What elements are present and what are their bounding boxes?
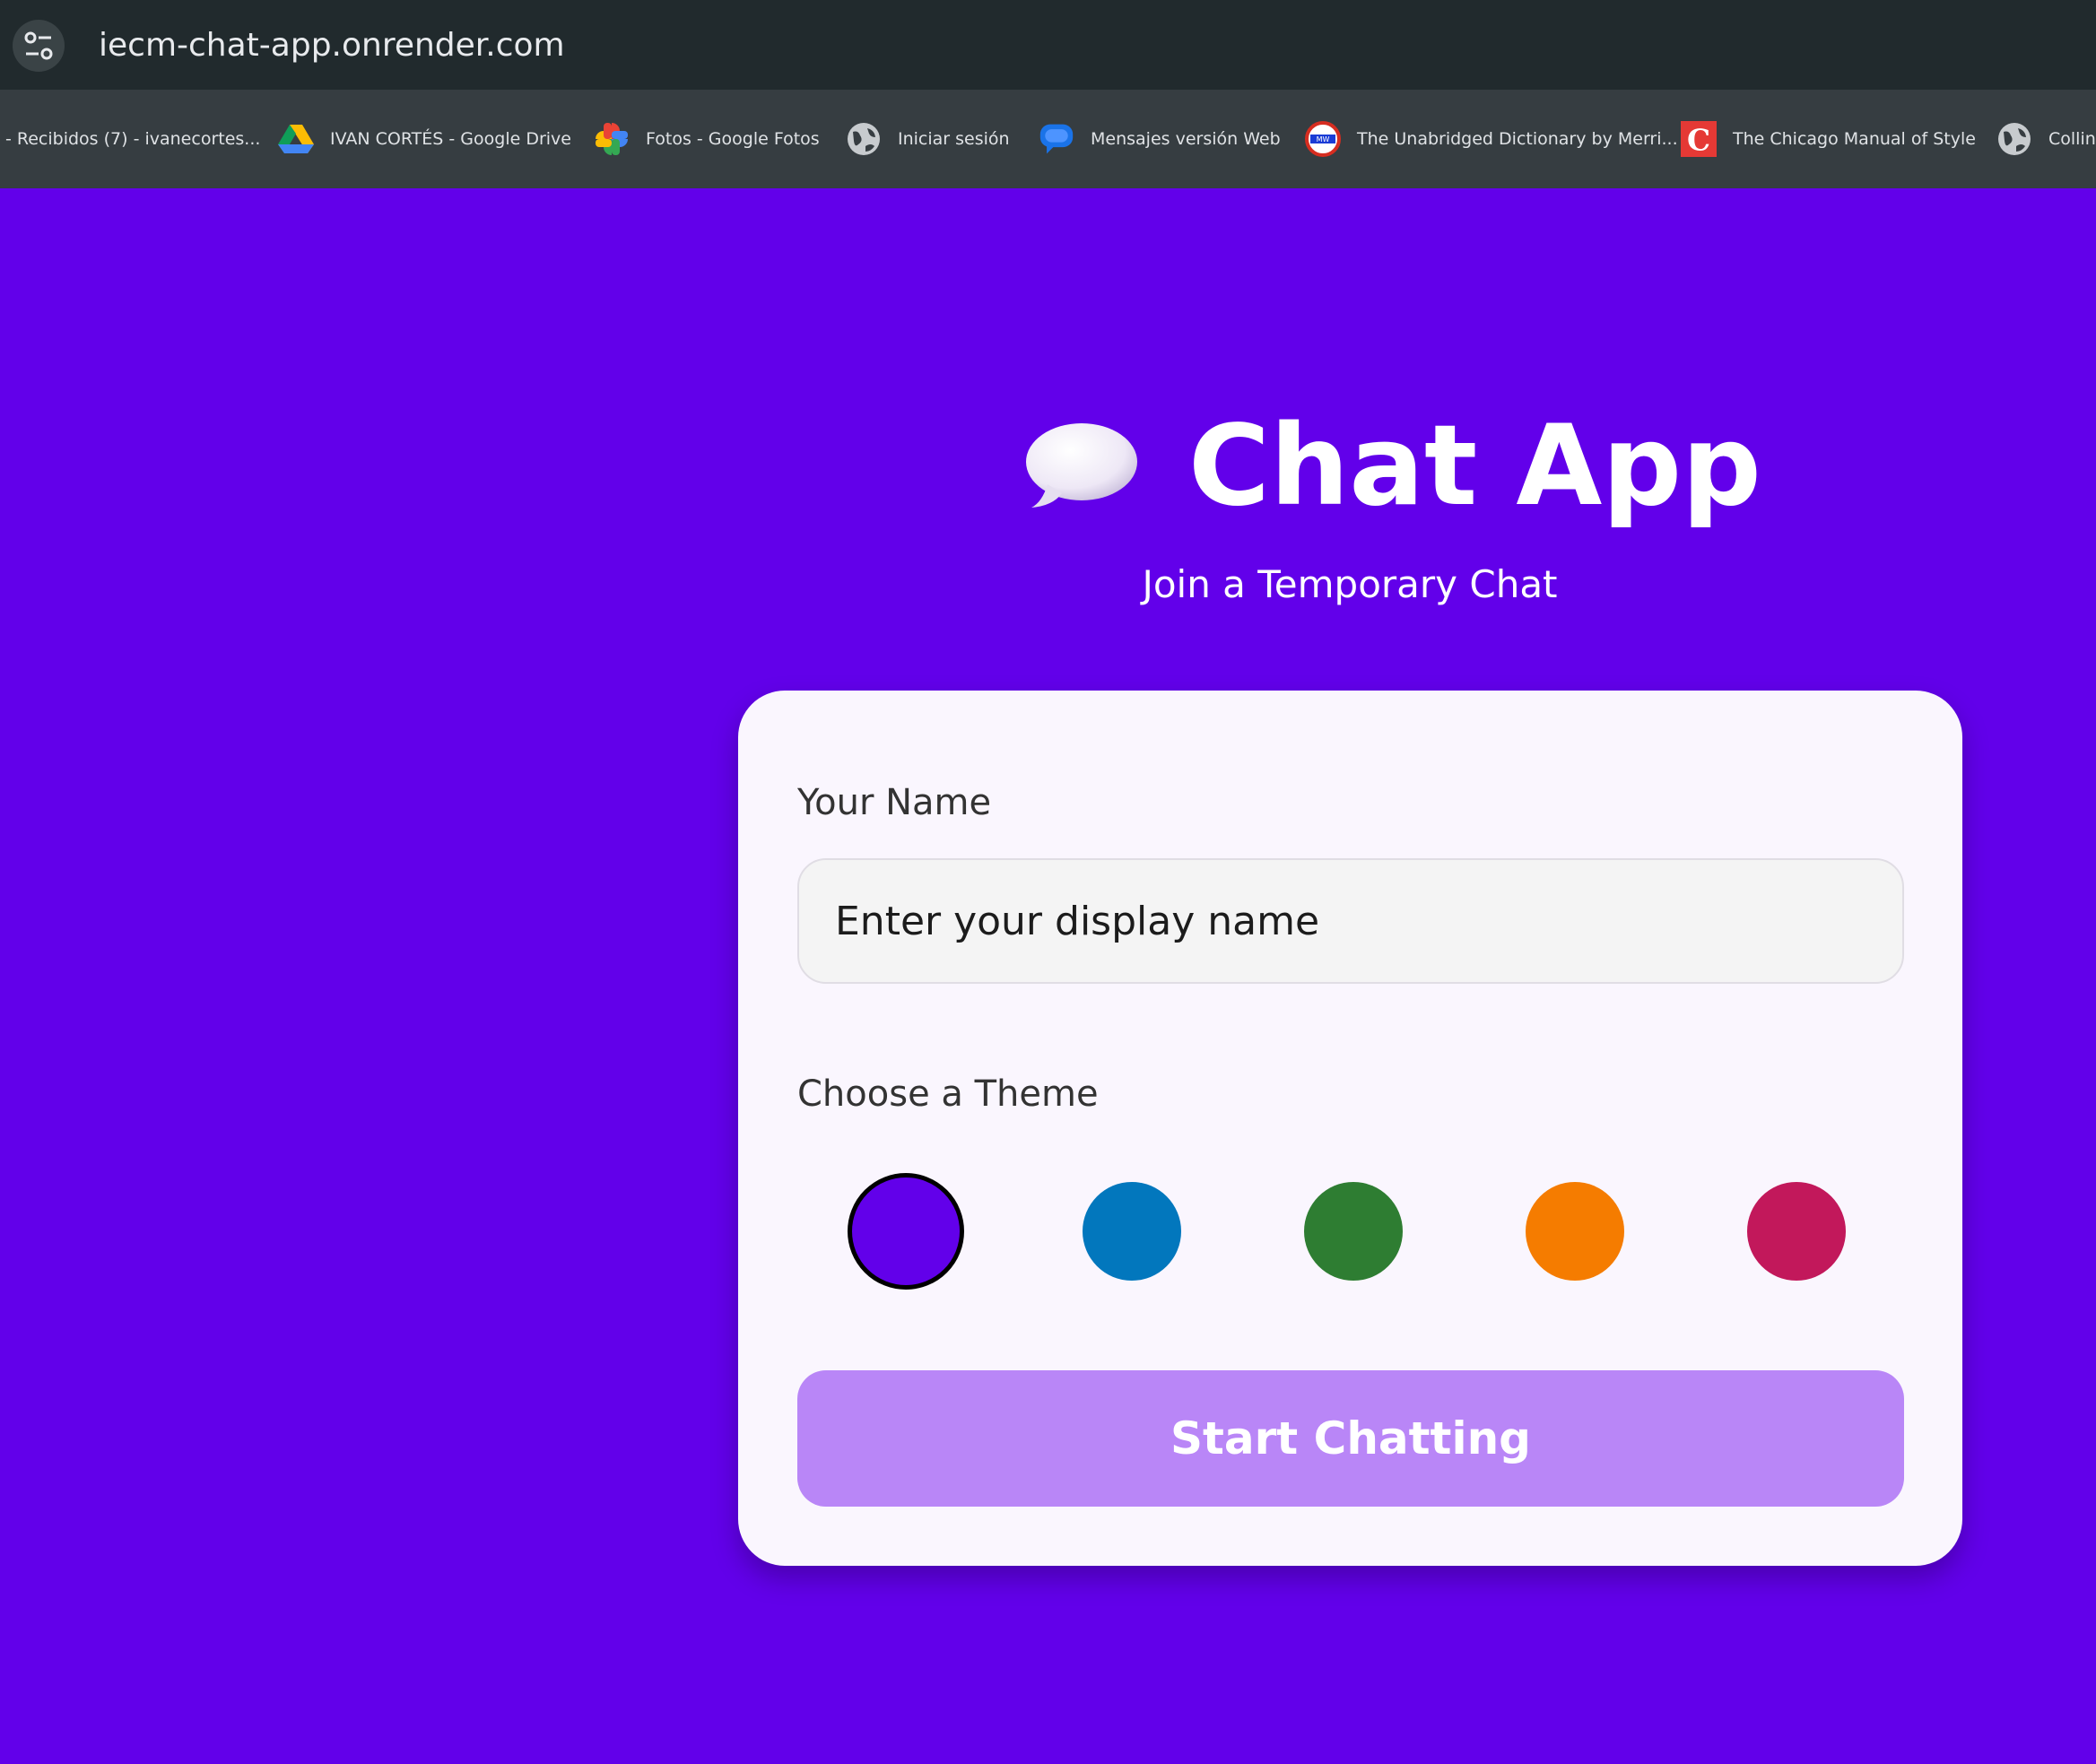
svg-text:C: C	[1687, 123, 1710, 158]
theme-swatch-purple[interactable]	[848, 1173, 964, 1290]
theme-swatch-pink[interactable]	[1747, 1182, 1846, 1281]
bookmark-label: IVAN CORTÉS - Google Drive	[330, 129, 571, 149]
bookmark-label: Iniciar sesión	[898, 129, 1010, 149]
app-title: Chat App	[1188, 402, 1761, 531]
bookmark-google-photos[interactable]: Fotos - Google Fotos	[594, 90, 820, 188]
site-info-button[interactable]	[13, 20, 65, 72]
bookmark-mensajes[interactable]: Mensajes versión Web	[1039, 90, 1281, 188]
messages-icon	[1039, 121, 1074, 157]
name-label: Your Name	[797, 782, 992, 823]
join-card: Your Name Choose a Theme Start Chatting	[738, 691, 1962, 1566]
bookmark-merriam-webster[interactable]: MW The Unabridged Dictionary by Merri...	[1305, 90, 1678, 188]
bookmark-label: The Unabridged Dictionary by Merri...	[1357, 129, 1678, 149]
display-name-input[interactable]	[797, 858, 1904, 984]
merriam-webster-icon: MW	[1305, 121, 1341, 157]
browser-address-bar: iecm-chat-app.onrender.com	[0, 0, 2096, 90]
app-subtitle: Join a Temporary Chat	[1142, 562, 1558, 606]
speech-bubble-icon	[1026, 423, 1137, 508]
bookmarks-bar: - Recibidos (7) - ivanecortes... IVAN CO…	[0, 90, 2096, 188]
chicago-manual-icon: C	[1681, 121, 1717, 158]
bookmark-gmail[interactable]: - Recibidos (7) - ivanecortes...	[5, 90, 260, 188]
bookmark-google-drive[interactable]: IVAN CORTÉS - Google Drive	[278, 90, 571, 188]
globe-icon	[846, 121, 882, 157]
globe-icon	[1996, 121, 2032, 157]
google-drive-icon	[278, 121, 314, 157]
bookmark-label: Mensajes versión Web	[1091, 129, 1281, 149]
bookmark-label: Collins	[2048, 129, 2096, 149]
google-photos-icon	[594, 121, 630, 157]
url-text[interactable]: iecm-chat-app.onrender.com	[99, 20, 565, 72]
bookmark-collins[interactable]: Collins	[1996, 90, 2096, 188]
bookmark-label: The Chicago Manual of Style	[1733, 129, 1976, 149]
bookmark-iniciar-sesion[interactable]: Iniciar sesión	[846, 90, 1010, 188]
app-header: Chat App Join a Temporary Chat	[0, 395, 2096, 606]
theme-swatch-orange[interactable]	[1526, 1182, 1624, 1281]
bookmark-label: Fotos - Google Fotos	[646, 129, 820, 149]
theme-picker	[797, 1164, 1904, 1290]
theme-swatch-green[interactable]	[1304, 1182, 1403, 1281]
bookmark-chicago-manual[interactable]: C The Chicago Manual of Style	[1681, 90, 1976, 188]
theme-swatch-blue[interactable]	[1083, 1182, 1181, 1281]
site-settings-icon	[24, 31, 53, 60]
svg-text:MW: MW	[1317, 135, 1330, 143]
start-chatting-button[interactable]: Start Chatting	[797, 1370, 1904, 1507]
bookmark-label: - Recibidos (7) - ivanecortes...	[5, 129, 261, 149]
theme-label: Choose a Theme	[797, 1073, 1099, 1115]
